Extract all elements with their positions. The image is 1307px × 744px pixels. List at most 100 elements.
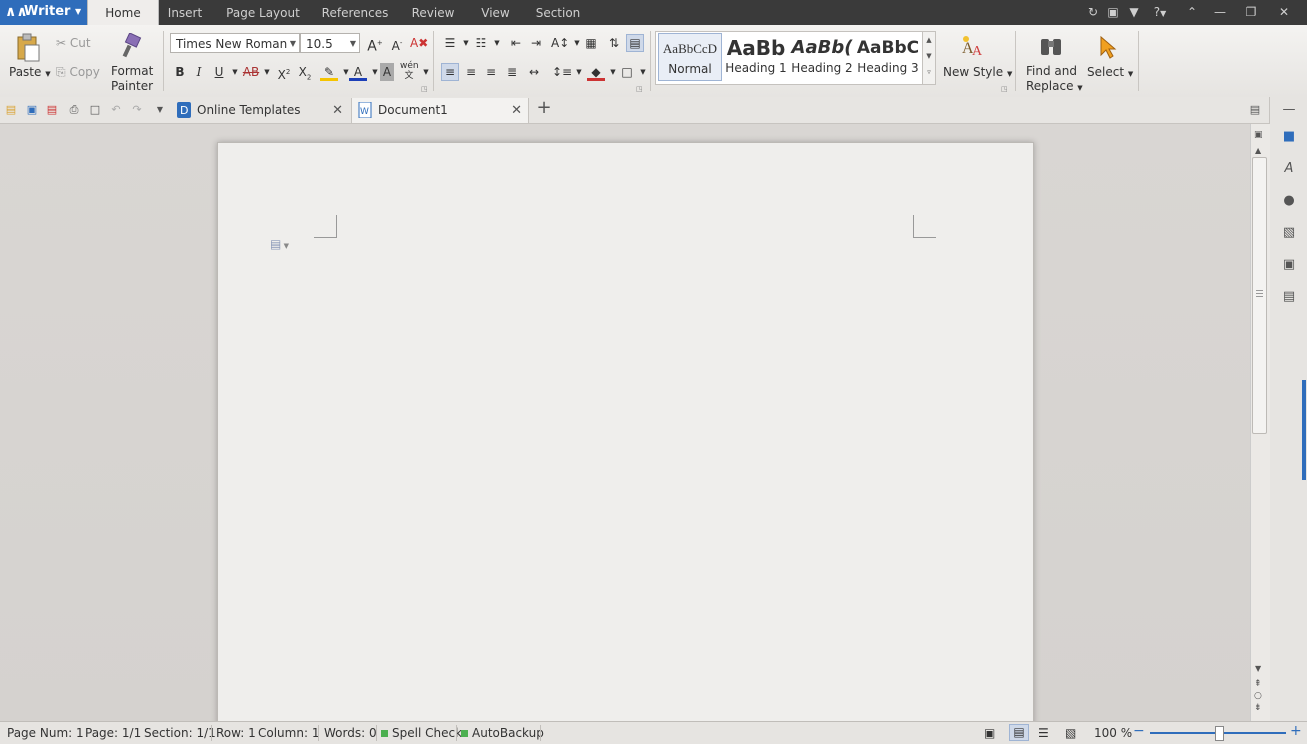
- char-shading-icon[interactable]: A: [380, 63, 394, 81]
- new-tab-button[interactable]: +: [536, 99, 552, 117]
- tab-references[interactable]: References: [318, 0, 392, 25]
- chevron-down-icon[interactable]: ▼: [488, 34, 506, 52]
- styles-dialog-launcher-icon[interactable]: ◳: [1001, 85, 1008, 93]
- align-left-icon[interactable]: ≡: [441, 63, 459, 81]
- document-canvas[interactable]: ▤ ▼: [0, 124, 1250, 721]
- customize-toolbar-icon[interactable]: ▼: [152, 102, 168, 118]
- help-button[interactable]: ?▼: [1149, 4, 1171, 20]
- select-cursor-icon[interactable]: [1097, 35, 1117, 59]
- highlight-icon[interactable]: ✎: [320, 63, 338, 81]
- shrink-font-icon[interactable]: A-: [388, 34, 406, 53]
- italic-icon[interactable]: I: [190, 63, 208, 81]
- paste-icon[interactable]: [15, 33, 41, 63]
- justify-icon[interactable]: ≣: [503, 63, 521, 81]
- sync-icon[interactable]: ↻: [1085, 4, 1101, 20]
- zoom-level[interactable]: 100 %: [1094, 726, 1132, 740]
- new-document-icon[interactable]: ■: [1280, 128, 1298, 146]
- scrollbar-thumb[interactable]: [1252, 157, 1267, 434]
- paste-options-icon[interactable]: ▤ ▼: [270, 237, 289, 251]
- zoom-in-button[interactable]: +: [1290, 723, 1302, 739]
- tab-insert[interactable]: Insert: [160, 0, 210, 25]
- font-size-select[interactable]: 10.5 ▼: [300, 33, 360, 53]
- web-view-icon[interactable]: ▧: [1065, 726, 1076, 740]
- scroll-up-icon[interactable]: ▲: [1255, 146, 1261, 155]
- grow-font-icon[interactable]: A+: [366, 34, 384, 55]
- select-button[interactable]: Select ▼: [1087, 65, 1133, 79]
- save-icon[interactable]: ▣: [24, 102, 40, 118]
- tab-online-templates[interactable]: D Online Templates ✕: [171, 98, 349, 123]
- style-heading-2[interactable]: AaBb( Heading 2: [790, 33, 854, 81]
- binoculars-icon[interactable]: [1038, 33, 1064, 59]
- collapse-ribbon-icon[interactable]: ⌃: [1184, 4, 1200, 20]
- undo-icon[interactable]: ↶: [108, 102, 124, 118]
- distribute-icon[interactable]: ↔: [525, 63, 543, 81]
- style-heading-3[interactable]: AaBbC Heading 3: [856, 33, 920, 81]
- cut-button[interactable]: ✂ Cut: [56, 36, 91, 50]
- font-dialog-launcher-icon[interactable]: ◳: [421, 85, 428, 93]
- style-heading-1[interactable]: AaBb Heading 1: [724, 33, 788, 81]
- tab-review[interactable]: Review: [405, 0, 461, 25]
- skin-shirt-icon[interactable]: ▼: [1126, 4, 1142, 20]
- open-folder-icon[interactable]: ▤: [3, 102, 19, 118]
- print-icon[interactable]: ⎙: [66, 102, 82, 118]
- pane-splitter[interactable]: [1302, 380, 1306, 480]
- close-icon[interactable]: ✕: [332, 98, 343, 123]
- align-right-icon[interactable]: ≡: [482, 63, 500, 81]
- chevron-down-icon[interactable]: ▼: [258, 63, 276, 81]
- page-view-icon[interactable]: ▤: [1009, 724, 1029, 741]
- paragraph-dialog-launcher-icon[interactable]: ◳: [636, 85, 643, 93]
- zoom-slider-thumb[interactable]: [1215, 726, 1224, 741]
- tab-section[interactable]: Section: [530, 0, 586, 25]
- close-icon[interactable]: ✕: [511, 98, 522, 123]
- outline-view-icon[interactable]: ☰: [1038, 726, 1049, 740]
- browse-object-icons[interactable]: ⇞ ○ ⇟: [1254, 678, 1262, 714]
- new-style-icon[interactable]: AA: [958, 33, 988, 61]
- print-preview-icon[interactable]: □: [87, 102, 103, 118]
- clear-format-icon[interactable]: A✖: [410, 34, 428, 52]
- paste-button[interactable]: Paste ▼: [9, 65, 51, 79]
- decrease-indent-icon[interactable]: ⇤: [507, 34, 525, 52]
- export-pdf-icon[interactable]: ▤: [44, 102, 60, 118]
- bold-icon[interactable]: B: [171, 63, 189, 81]
- tab-document1[interactable]: W Document1 ✕: [351, 98, 529, 123]
- spell-check-toggle[interactable]: Spell Check: [381, 726, 462, 740]
- superscript-icon[interactable]: X2: [275, 63, 293, 82]
- minimize-icon[interactable]: —: [1212, 4, 1228, 20]
- font-color-icon[interactable]: A: [349, 63, 367, 81]
- app-menu-button[interactable]: ∧∧ Writer ▼: [0, 0, 87, 25]
- new-style-button[interactable]: New Style ▼: [943, 65, 1012, 79]
- tab-view[interactable]: View: [473, 0, 518, 25]
- pane-collapse-icon[interactable]: —: [1280, 101, 1298, 119]
- styles-pane-icon[interactable]: A: [1280, 160, 1298, 178]
- copy-button[interactable]: ⎘ Copy: [56, 65, 100, 80]
- style-normal[interactable]: AaBbCcD Normal: [658, 33, 722, 81]
- clip-art-icon[interactable]: ▣: [1280, 256, 1298, 274]
- format-painter-icon[interactable]: [121, 32, 143, 59]
- close-icon[interactable]: ✕: [1276, 4, 1292, 20]
- sort-icon[interactable]: ⇅: [605, 34, 623, 52]
- restore-icon[interactable]: ❐: [1243, 4, 1259, 20]
- align-center-icon[interactable]: ≡: [462, 63, 480, 81]
- show-marks-icon[interactable]: ▤: [626, 34, 644, 52]
- line-spacing-icon[interactable]: ↕≡: [552, 63, 572, 81]
- backup-icon[interactable]: ▣: [1105, 4, 1121, 20]
- format-painter-button[interactable]: Format Painter: [111, 64, 153, 94]
- redo-icon[interactable]: ↷: [129, 102, 145, 118]
- phonetic-guide-icon[interactable]: wén 文: [400, 61, 419, 81]
- autobackup-toggle[interactable]: AutoBackup: [461, 726, 544, 740]
- fullscreen-icon[interactable]: ▣: [984, 726, 995, 740]
- find-replace-button[interactable]: Find and Replace ▼: [1026, 64, 1083, 96]
- selection-pane-icon[interactable]: ▧: [1280, 224, 1298, 242]
- document-security-icon[interactable]: ▤: [1280, 288, 1298, 306]
- styles-scroll[interactable]: ▲ ▼ ▿: [922, 31, 936, 85]
- tab-list-icon[interactable]: ▤: [1247, 102, 1263, 118]
- shapes-icon[interactable]: ●: [1280, 192, 1298, 210]
- table-grid-icon[interactable]: ▦: [582, 34, 600, 52]
- word-count-status[interactable]: Words: 0: [324, 726, 377, 740]
- shading-icon[interactable]: ◆: [587, 63, 605, 81]
- zoom-out-button[interactable]: −: [1133, 723, 1145, 739]
- scroll-down-icon[interactable]: ▼: [1255, 664, 1261, 673]
- ruler-toggle-icon[interactable]: ▣: [1254, 130, 1263, 140]
- tab-page-layout[interactable]: Page Layout: [222, 0, 304, 25]
- increase-indent-icon[interactable]: ⇥: [527, 34, 545, 52]
